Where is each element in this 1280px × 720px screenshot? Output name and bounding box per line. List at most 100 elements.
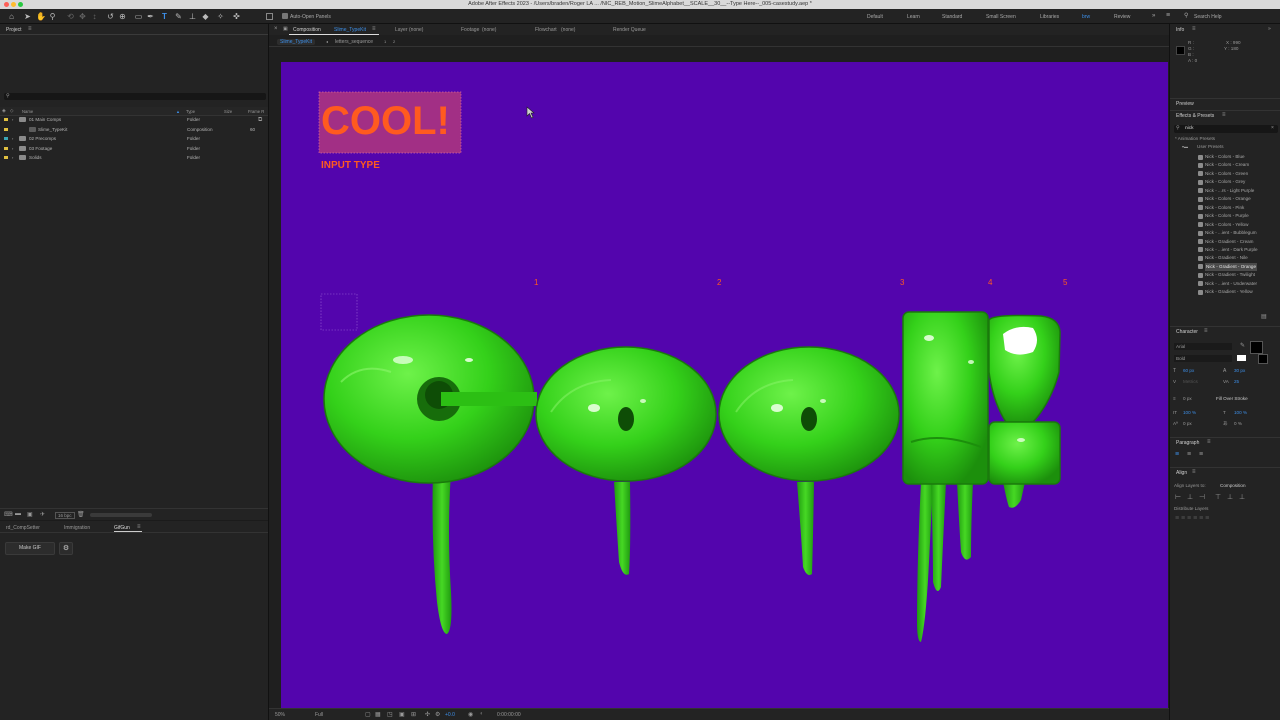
preset-item[interactable]: Nick - Colors - Yellow — [1205, 221, 1248, 229]
preset-item[interactable]: Nick - Gradient - Nile — [1205, 254, 1248, 262]
column-size[interactable]: Size — [224, 109, 232, 114]
tab-render-queue[interactable]: Render Queue — [613, 27, 646, 33]
preset-item[interactable]: Nick - Colors - Cream — [1205, 161, 1249, 169]
project-settings-icon[interactable]: ✈ — [40, 511, 45, 518]
preset-item[interactable]: Nick - Gradient - Cream — [1205, 238, 1254, 246]
workspace-default[interactable]: Default — [867, 14, 883, 20]
preset-item[interactable]: Nick - ...ient - Dark Purple — [1205, 246, 1258, 254]
workspace-brw[interactable]: brw — [1082, 14, 1090, 20]
search-help-field[interactable]: Search Help — [1194, 14, 1222, 20]
disclosure-triangle-icon[interactable]: › — [12, 134, 13, 143]
guides-icon[interactable]: ▣ — [399, 711, 405, 718]
panel-menu-icon[interactable]: ≡ — [372, 26, 376, 32]
puppet-tool-icon[interactable]: ✜ — [232, 12, 241, 21]
tracking-value[interactable]: 25 — [1234, 379, 1239, 384]
align-left-edges-icon[interactable]: ⊢ — [1175, 493, 1181, 501]
panel-menu-icon[interactable]: ≡ — [1192, 26, 1196, 32]
font-style-select[interactable]: Bold — [1174, 355, 1232, 362]
column-name[interactable]: Name — [22, 109, 33, 114]
effects-search-input[interactable]: ⚲ nick × — [1174, 125, 1278, 133]
label-color-swatch[interactable] — [4, 146, 8, 150]
eraser-tool-icon[interactable]: ◆ — [201, 12, 210, 21]
sidebar-menu-icon[interactable]: ≡ — [1166, 12, 1170, 19]
workspace-standard[interactable]: Standard — [942, 14, 962, 20]
preset-item[interactable]: Nick - Colors - Purple — [1205, 212, 1249, 220]
align-left-icon[interactable]: ≡ — [1175, 451, 1179, 458]
font-size-value[interactable]: 60 px — [1183, 368, 1194, 373]
align-to-select[interactable]: Composition — [1220, 483, 1246, 488]
tab-footage-label[interactable]: Footage — [461, 27, 479, 33]
distribute-icons[interactable]: ≡ ≡ ≡ ≡ ≡ ≡ — [1175, 515, 1209, 522]
more-workspaces-icon[interactable]: » — [1152, 13, 1155, 19]
current-time[interactable]: 0:00:00:00 — [497, 712, 521, 718]
stroke-mode-select[interactable]: Fill Over Stroke — [1216, 396, 1248, 401]
region-of-interest-icon[interactable]: ▢ — [365, 711, 371, 718]
align-h-center-icon[interactable]: ⊥ — [1187, 493, 1193, 501]
column-frame-rate[interactable]: Frame R — [248, 109, 264, 114]
breadcrumb-letters-sequence[interactable]: letters_sequence — [335, 39, 373, 45]
bit-depth-button[interactable]: 16 bpc — [55, 512, 75, 519]
new-preset-icon[interactable]: ▤ — [1261, 313, 1267, 320]
roto-brush-tool-icon[interactable]: ✧ — [216, 12, 225, 21]
stroke-color-swatch[interactable] — [1258, 354, 1268, 364]
project-item[interactable]: › 03 Footage Folder — [0, 144, 268, 153]
preset-item[interactable]: Nick - Colors - Green — [1205, 170, 1248, 178]
preset-item[interactable]: Nick - Colors - Grey — [1205, 178, 1245, 186]
orbit-tool-icon[interactable]: ⟲ — [66, 12, 75, 21]
horizontal-scale-value[interactable]: 100 % — [1234, 410, 1247, 415]
column-type[interactable]: Type — [186, 109, 195, 114]
leading-value[interactable]: 30 px — [1234, 368, 1245, 373]
vertical-scale-value[interactable]: 100 % — [1183, 410, 1196, 415]
preset-item[interactable]: Nick - Gradient - Orange — [1205, 262, 1258, 271]
workspace-learn[interactable]: Learn — [907, 14, 920, 20]
rectangle-tool-icon[interactable]: ▭ — [134, 12, 143, 21]
tab-footage-value[interactable]: (none) — [482, 27, 496, 33]
kerning-value[interactable]: Metrics — [1183, 379, 1198, 384]
panel-menu-icon[interactable]: ≡ — [1222, 112, 1226, 118]
align-center-icon[interactable]: ≡ — [1187, 451, 1191, 458]
panel-menu-icon[interactable]: ≡ — [28, 26, 32, 32]
preview-panel-title[interactable]: Preview — [1176, 101, 1194, 107]
align-right-edges-icon[interactable]: ⊣ — [1199, 493, 1205, 501]
align-top-edges-icon[interactable]: ⊤ — [1215, 493, 1221, 501]
exposure-icon[interactable]: ⚙ — [435, 711, 440, 718]
disclosure-triangle-icon[interactable]: › — [12, 153, 13, 162]
auto-open-checkbox[interactable] — [282, 13, 288, 19]
minimize-window-button[interactable] — [11, 2, 16, 7]
tree-folder-user-presets[interactable]: User Presets — [1197, 144, 1224, 149]
workspace-libraries[interactable]: Libraries — [1040, 14, 1059, 20]
zoom-window-button[interactable] — [18, 2, 23, 7]
brush-tool-icon[interactable]: ✎ — [174, 12, 183, 21]
tab-composition-label[interactable]: Composition — [293, 27, 321, 33]
font-family-select[interactable]: Arial — [1174, 343, 1232, 350]
project-item[interactable]: › 02 Precomps Folder — [0, 134, 268, 143]
workspace-small-screen[interactable]: Small Screen — [986, 14, 1016, 20]
search-icon[interactable]: ⚲ — [1184, 12, 1188, 19]
thumbnail-size-slider[interactable] — [90, 513, 152, 517]
transparency-grid-icon[interactable]: ▦ — [375, 711, 381, 718]
tab-rd-compsetter[interactable]: rd_CompSetter — [6, 525, 40, 531]
panel-menu-icon[interactable]: ≡ — [1192, 469, 1196, 475]
exposure-value[interactable]: +0.0 — [445, 712, 455, 718]
preset-item[interactable]: Nick - Colors - Orange — [1205, 195, 1251, 203]
show-snapshot-icon[interactable]: ◐ — [480, 711, 484, 717]
lock-icon[interactable]: ▣ — [283, 26, 288, 32]
panel-menu-icon[interactable]: ≡ — [137, 524, 141, 530]
project-item[interactable]: › 01 Main Comps Folder — [0, 115, 268, 124]
project-item[interactable]: › Solids Folder — [0, 153, 268, 162]
workspace-review[interactable]: Review — [1114, 14, 1130, 20]
tab-flowchart-label[interactable]: Flowchart — [535, 27, 557, 33]
flowchart-icon[interactable]: ⧉ — [258, 117, 262, 124]
make-gif-button[interactable]: Make GIF — [5, 542, 55, 555]
tab-flowchart-value[interactable]: (none) — [561, 27, 575, 33]
tab-immigration[interactable]: Immigration — [64, 525, 90, 531]
preset-item[interactable]: Nick - ...ient - Bubblegum — [1205, 229, 1257, 237]
selection-tool-icon[interactable]: ➤ — [23, 12, 32, 21]
close-tab-icon[interactable]: × — [274, 26, 278, 32]
project-search-input[interactable]: ⚲ — [4, 93, 266, 100]
align-bottom-edges-icon[interactable]: ⊥ — [1239, 493, 1245, 501]
tsume-value[interactable]: 0 % — [1234, 421, 1242, 426]
composition-canvas[interactable]: COOL! INPUT TYPE 1 2 3 4 5 — [281, 62, 1168, 708]
preset-item[interactable]: Nick - ...ient - Underwater — [1205, 280, 1257, 288]
snapshot-icon[interactable]: ◉ — [468, 711, 473, 718]
